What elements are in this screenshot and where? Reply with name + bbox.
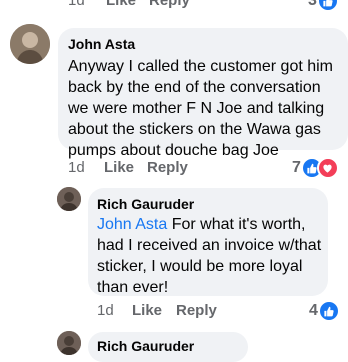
reply-button[interactable]: Reply — [176, 302, 217, 319]
reply-author[interactable]: Rich Gauruder — [97, 338, 194, 354]
reaction-summary[interactable]: 7 — [292, 157, 339, 179]
avatar[interactable] — [57, 187, 81, 211]
reaction-count: 4 — [309, 302, 318, 319]
comment-bubble: John Asta Anyway I called the customer g… — [58, 28, 348, 159]
reply-bubble: Rich Gauruder John Asta For what it's wo… — [88, 188, 328, 296]
avatar-image — [57, 331, 81, 355]
comment-text: Anyway I called the customer got him bac… — [68, 58, 334, 159]
avatar[interactable] — [57, 331, 81, 355]
reply-text: John Asta For what it's worth, had I rec… — [97, 214, 325, 298]
like-reaction-icon — [317, 300, 340, 322]
reaction-count: 7 — [292, 159, 301, 176]
avatar-image — [57, 187, 81, 211]
comment-time: 1d — [68, 0, 85, 9]
mention-link[interactable]: John Asta — [97, 216, 167, 233]
reaction-count: 3 — [308, 0, 317, 9]
like-button[interactable]: Like — [106, 0, 136, 9]
reply-button[interactable]: Reply — [147, 159, 188, 176]
avatar-image — [10, 24, 50, 64]
like-reaction-icon — [316, 0, 339, 12]
reply-actions: 1d Like Reply 4 — [97, 300, 347, 324]
avatar[interactable] — [10, 24, 50, 64]
reply-author[interactable]: Rich Gauruder — [97, 196, 194, 212]
reaction-summary[interactable]: 3 — [308, 0, 339, 12]
reply-bubble: Rich Gauruder — [88, 332, 248, 362]
love-reaction-icon — [316, 157, 339, 179]
like-button[interactable]: Like — [132, 302, 162, 319]
comment-author[interactable]: John Asta — [68, 36, 135, 52]
comment-actions: 1d Like Reply 7 — [68, 157, 348, 181]
comment-time: 1d — [68, 159, 85, 176]
top-comment-meta: 1d Like Reply 3 — [68, 0, 348, 12]
like-button[interactable]: Like — [104, 159, 134, 176]
reply-time: 1d — [97, 302, 114, 319]
reply-button[interactable]: Reply — [149, 0, 190, 9]
reaction-summary[interactable]: 4 — [309, 300, 340, 322]
